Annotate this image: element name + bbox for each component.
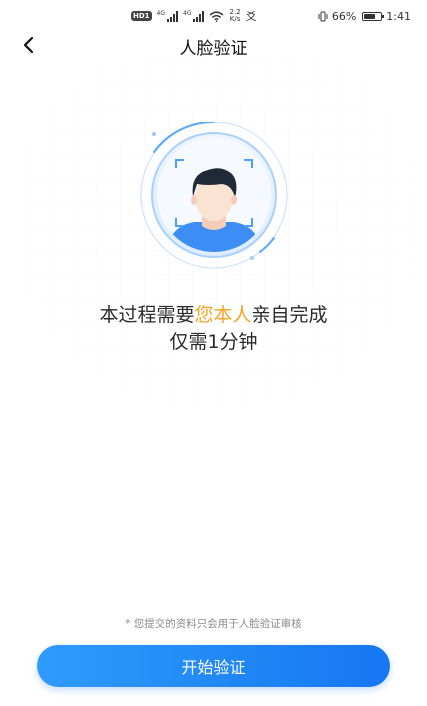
- status-bar: HD1 4G 4G 2.2 K/s 爻 66% 1:41: [0, 0, 427, 30]
- face-avatar-icon: [140, 122, 288, 269]
- hd-badge: HD1: [131, 11, 152, 21]
- start-verification-button[interactable]: 开始验证: [37, 645, 390, 687]
- network-speed: 2.2 K/s: [229, 9, 240, 23]
- battery-fill: [364, 13, 376, 19]
- signal-1-icon: 4G: [156, 9, 179, 22]
- instruction-highlight: 您本人: [194, 304, 252, 326]
- instruction-text: 本过程需要您本人亲自完成 仅需1分钟: [0, 302, 427, 356]
- instruction-after: 亲自完成: [251, 304, 328, 326]
- clock: 1:41: [386, 9, 411, 23]
- ring-dot-left: [152, 132, 156, 136]
- battery-percent: 66%: [331, 9, 357, 23]
- signal-2-icon: 4G: [183, 9, 205, 22]
- vibrate-icon: [318, 11, 328, 21]
- battery-icon: [362, 11, 385, 21]
- ring-dot-right: [250, 256, 254, 260]
- privacy-note: * 您提交的资料只会用于人脸验证审核: [125, 618, 302, 630]
- speed-unit: K/s: [229, 15, 241, 23]
- status-left: HD1 4G 4G 2.2 K/s 爻: [131, 9, 257, 23]
- ring-arc-bottom: [259, 237, 275, 253]
- wifi-icon: [210, 11, 224, 22]
- network-type-1: 4G: [156, 9, 166, 17]
- status-right: 66% 1:41: [318, 9, 411, 23]
- hd-label: HD: [133, 12, 145, 20]
- instruction-line-1: 本过程需要您本人亲自完成: [0, 302, 427, 329]
- instruction-line-2: 仅需1分钟: [169, 331, 258, 353]
- hd-sub-label: 1: [144, 12, 150, 20]
- network-type-2: 4G: [183, 9, 192, 17]
- nav-bar: 人脸验证: [0, 28, 427, 62]
- notification-icon: 爻: [245, 10, 257, 23]
- page-title: 人脸验证: [179, 39, 248, 59]
- instruction-before: 本过程需要: [99, 304, 195, 326]
